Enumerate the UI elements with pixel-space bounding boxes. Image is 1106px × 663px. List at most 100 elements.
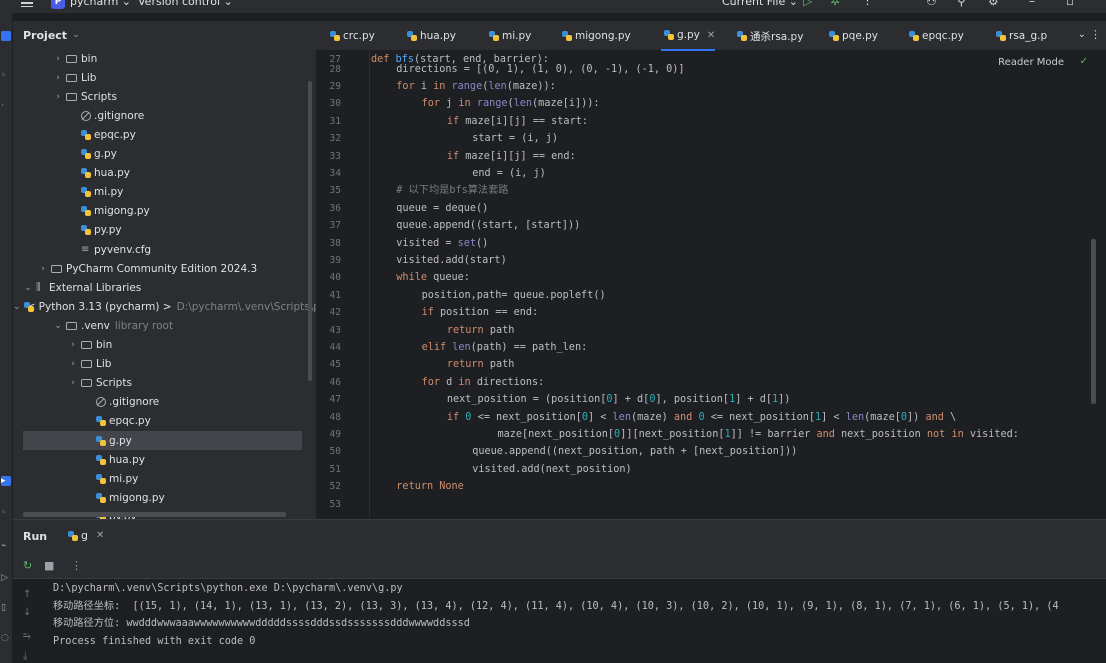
tree-item[interactable]: › Lib (13, 68, 309, 87)
restore-icon[interactable]: ▫ (1066, 0, 1074, 8)
expand-arrow-icon[interactable]: ⌄ (53, 321, 63, 331)
expand-arrow-icon[interactable]: › (68, 378, 78, 388)
editor-tab[interactable]: epqc.py (906, 21, 964, 51)
tree-item[interactable]: › bin (13, 49, 309, 68)
editor-tab[interactable]: 通杀rsa.py (734, 21, 803, 51)
terminal-icon[interactable]: ⌁ (1, 541, 11, 551)
menu-icon[interactable] (21, 0, 33, 7)
expand-arrow-icon[interactable]: › (68, 340, 78, 350)
tree-item[interactable]: ⌄ < Python 3.13 (pycharm) > D:\pycharm\.ve… (13, 297, 316, 316)
tree-item[interactable]: › Scripts (13, 374, 309, 393)
project-badge[interactable]: P (51, 0, 65, 9)
tree-item[interactable]: mi.py (13, 469, 309, 488)
code-line: 35 # 以下均是bfs算法套路 (316, 182, 1091, 199)
python-file-icon (96, 416, 106, 427)
minimize-icon[interactable]: – (1029, 0, 1035, 8)
tree-item[interactable]: g.py (23, 431, 302, 450)
tree-item[interactable]: mi.py (13, 183, 309, 202)
tree-item-label: .gitignore (94, 109, 145, 122)
add-user-icon[interactable]: ⚇ (926, 0, 937, 8)
structure-tool-icon[interactable]: · (1, 101, 11, 111)
editor-tab[interactable]: g.py ✕ (661, 21, 716, 51)
tree-item[interactable]: .gitignore (13, 393, 309, 412)
stop-icon[interactable]: ■ (44, 559, 54, 572)
code-line: 44 elif len(path) == path_len: (316, 339, 1091, 356)
run-config-dropdown[interactable]: Current File ⌄ (722, 0, 798, 8)
tree-item[interactable]: .gitignore (13, 106, 309, 125)
tree-item[interactable]: hua.py (13, 164, 309, 183)
editor-scrollbar[interactable] (1091, 239, 1096, 404)
scroll-up-icon[interactable]: ↑ (23, 589, 31, 600)
expand-arrow-icon[interactable]: ⌄ (23, 283, 33, 293)
editor-tab[interactable]: mi.py (486, 21, 531, 51)
tree-item[interactable]: migong.py (13, 488, 309, 507)
expand-arrow-icon[interactable]: › (53, 73, 63, 83)
python-console-icon[interactable]: ◦ (1, 508, 11, 518)
debug-icon[interactable]: ✲ (830, 0, 840, 8)
rerun-icon[interactable]: ↻ (23, 559, 32, 572)
line-number: 52 (329, 481, 341, 493)
tree-item[interactable]: epqc.py (13, 412, 309, 431)
tree-item[interactable]: g.py (13, 145, 309, 164)
tab-label: hua.py (420, 30, 456, 42)
run-tab-g[interactable]: g ✕ (65, 529, 104, 542)
tree-item[interactable]: py.py (13, 221, 309, 240)
code-editor[interactable]: 27 def bfs(start, end, barrier): 28 directi… (316, 52, 1106, 519)
run-tool-icon[interactable]: ▸ (1, 476, 11, 486)
search-icon[interactable]: ⚲ (957, 0, 966, 8)
commit-tool-icon[interactable]: ◦ (1, 71, 11, 81)
reader-mode-button[interactable]: Reader Mode (998, 57, 1064, 68)
more-icon[interactable]: ⋮ (71, 559, 82, 572)
tree-item-label: pyvenv.cfg (94, 243, 152, 256)
version-control-tool-icon[interactable]: ◌ (1, 633, 11, 643)
close-icon[interactable]: ✕ (96, 530, 104, 541)
problems-icon[interactable]: ▷ (1, 573, 11, 583)
scroll-to-end-icon[interactable]: ⤓ (23, 651, 27, 662)
more-icon[interactable]: ⋮ (862, 0, 873, 7)
tree-item[interactable]: epqc.py (13, 125, 309, 144)
expand-arrow-icon[interactable]: ⌄ (13, 302, 21, 312)
folder-icon (66, 92, 77, 101)
tree-item[interactable]: › Scripts (13, 87, 309, 106)
project-panel-header[interactable]: Project ⌄ (13, 21, 316, 49)
editor-tab[interactable]: pqe.py (826, 21, 878, 51)
expand-arrow-icon[interactable]: › (53, 92, 63, 102)
inspection-ok-icon[interactable]: ✓ (1080, 56, 1088, 67)
settings-icon[interactable]: ⚙ (988, 0, 999, 8)
tree-item-label: .gitignore (109, 396, 160, 409)
folder-icon (66, 321, 77, 330)
tree-item[interactable]: hua.py (13, 450, 309, 469)
code-text: visited.add(start) (396, 254, 507, 266)
tree-item[interactable]: ⌄ ⫼ External Libraries (13, 278, 309, 297)
run-toolbar: ↻ ■ ⋮ (13, 553, 1106, 579)
run-icon[interactable]: ▷ (803, 0, 812, 8)
line-number: 45 (329, 359, 341, 371)
code-text: queue = deque() (396, 202, 489, 214)
line-number: 38 (329, 237, 341, 249)
soft-wrap-icon[interactable]: ⥱ (23, 631, 31, 642)
tree-item[interactable]: › PyCharm Community Edition 2024.3 (13, 259, 309, 278)
editor-tab[interactable]: migong.py (559, 21, 631, 51)
tree-item[interactable]: ⌄ .venv library root (13, 316, 309, 335)
tab-more-icon[interactable]: ⋮ (1090, 28, 1101, 41)
close-icon[interactable]: ✕ (707, 30, 715, 41)
project-tool-icon[interactable] (1, 31, 11, 41)
project-name-dropdown[interactable]: pycharm ⌄ (70, 0, 131, 8)
tree-item[interactable]: › Lib (13, 355, 309, 374)
editor-tab[interactable]: crc.py (327, 21, 375, 51)
project-horizontal-scrollbar[interactable] (23, 512, 286, 517)
scroll-down-icon[interactable]: ↓ (23, 607, 31, 618)
editor-tab[interactable]: hua.py (404, 21, 456, 51)
code-text: for j in range(len(maze[i])): (421, 98, 600, 110)
expand-arrow-icon[interactable]: › (53, 54, 63, 64)
tree-item[interactable]: › bin (13, 336, 309, 355)
tab-list-chevron-icon[interactable]: ⌄ (1078, 29, 1086, 40)
project-scrollbar[interactable] (308, 81, 312, 381)
tree-item[interactable]: ≡ pyvenv.cfg (13, 240, 309, 259)
expand-arrow-icon[interactable]: › (38, 264, 48, 274)
expand-arrow-icon[interactable]: › (68, 359, 78, 369)
editor-tab[interactable]: rsa_g.p (993, 21, 1047, 51)
tree-item[interactable]: migong.py (13, 202, 309, 221)
services-icon[interactable]: ▯ (1, 603, 11, 613)
version-control-dropdown[interactable]: Version control ⌄ (138, 0, 233, 8)
